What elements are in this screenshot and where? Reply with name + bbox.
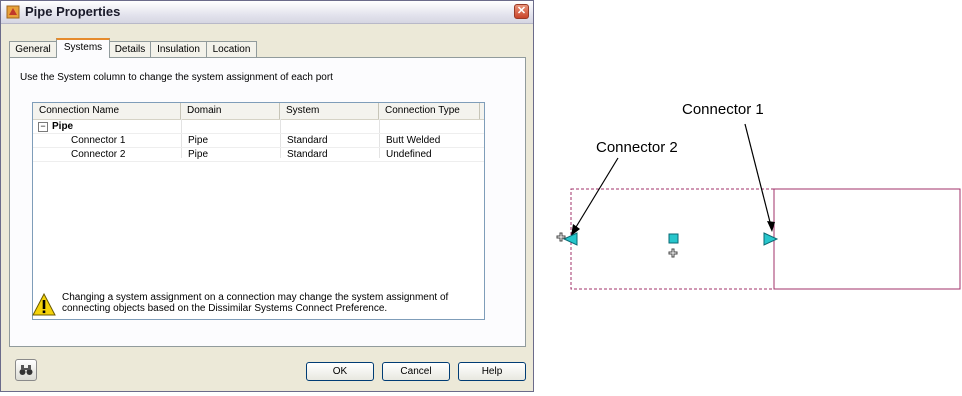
center-move-grip: [668, 248, 678, 258]
dialog-title: Pipe Properties: [25, 4, 121, 19]
binoculars-button[interactable]: [15, 359, 37, 381]
instruction-text: Use the System column to change the syst…: [20, 72, 333, 83]
group-label: Pipe: [52, 121, 74, 132]
title-bar[interactable]: Pipe Properties ✕: [1, 1, 533, 24]
connector-1-arrow: [744, 123, 773, 231]
warning-icon: [32, 293, 56, 316]
table-row[interactable]: Connector 1 Pipe Standard Butt Welded: [33, 134, 484, 148]
connection-name-cell: Connector 2: [71, 149, 126, 160]
domain-cell: Pipe: [188, 135, 209, 146]
cancel-button[interactable]: Cancel: [382, 362, 450, 381]
pipe-properties-dialog: Pipe Properties ✕ General Systems Detail…: [0, 0, 534, 392]
domain-cell: Pipe: [188, 149, 209, 160]
pipe-end-grip: [556, 232, 566, 242]
binoculars-icon: [19, 365, 33, 375]
connection-name-cell: Connector 1: [71, 135, 126, 146]
ok-button[interactable]: OK: [306, 362, 374, 381]
connector-2-arrow: [572, 157, 619, 233]
warning-message: Changing a system assignment on a connec…: [62, 292, 449, 314]
column-header-connection-type[interactable]: Connection Type: [379, 103, 480, 119]
collapse-toggle[interactable]: −: [38, 122, 48, 132]
app-icon: [6, 5, 20, 19]
close-button[interactable]: ✕: [514, 4, 529, 19]
group-row-pipe[interactable]: − Pipe: [33, 120, 484, 134]
connection-type-cell: Butt Welded: [386, 135, 441, 146]
systems-panel: Use the System column to change the syst…: [9, 57, 526, 347]
pipe-drawing: Connector 1 Connector 2: [540, 0, 962, 396]
system-cell[interactable]: Standard: [287, 148, 328, 161]
adjacent-pipe-outline: [773, 188, 961, 290]
table-row[interactable]: Connector 2 Pipe Standard Undefined: [33, 148, 484, 162]
column-header-connection-name[interactable]: Connection Name: [33, 103, 181, 119]
center-grip: [668, 233, 679, 244]
tab-general[interactable]: General: [9, 41, 57, 57]
connections-grid: Connection Name Domain System Connection…: [32, 102, 485, 320]
tab-insulation[interactable]: Insulation: [150, 41, 207, 57]
tab-location[interactable]: Location: [206, 41, 257, 57]
help-button[interactable]: Help: [458, 362, 526, 381]
grid-header: Connection Name Domain System Connection…: [33, 103, 484, 120]
system-cell[interactable]: Standard: [287, 134, 328, 147]
drawing-canvas: [556, 123, 961, 290]
connection-type-cell: Undefined: [386, 149, 432, 160]
column-header-system[interactable]: System: [280, 103, 379, 119]
tab-details[interactable]: Details: [109, 41, 151, 57]
column-header-domain[interactable]: Domain: [181, 103, 280, 119]
tab-systems[interactable]: Systems: [56, 38, 110, 58]
